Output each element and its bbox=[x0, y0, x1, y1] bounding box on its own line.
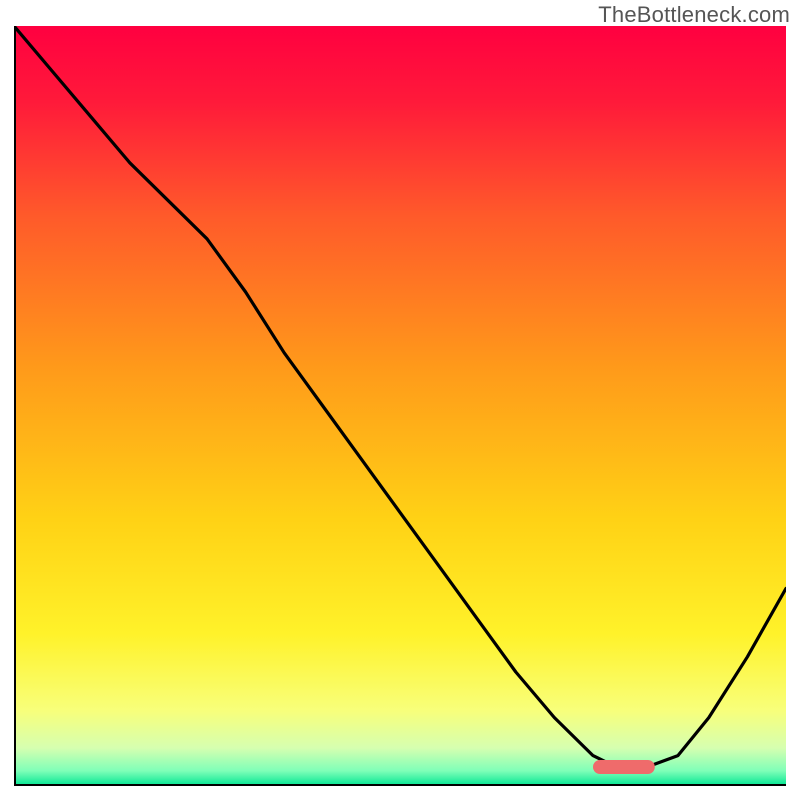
optimal-marker bbox=[593, 760, 655, 774]
chart-container: TheBottleneck.com bbox=[0, 0, 800, 800]
bottleneck-chart bbox=[14, 26, 786, 786]
heat-background bbox=[14, 26, 786, 786]
watermark-text: TheBottleneck.com bbox=[598, 2, 790, 28]
